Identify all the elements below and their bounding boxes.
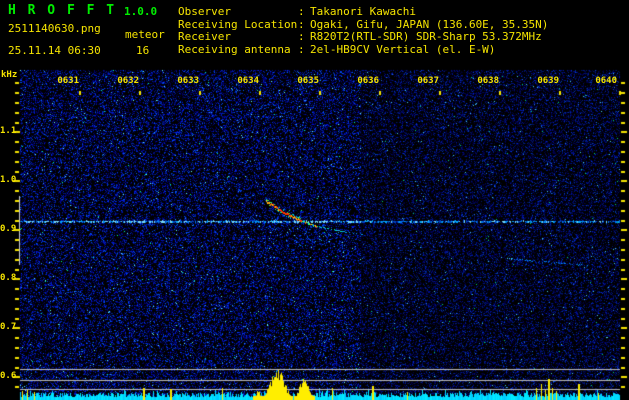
freq-tick-label: 0.6: [0, 371, 17, 381]
info-separator: :: [298, 30, 305, 43]
freq-tick-label: 1.1: [0, 126, 17, 136]
freq-tick-label: 0.8: [0, 273, 17, 283]
hrofft-screen: H R O F F T 1.0.0 2511140630.png meteor …: [0, 0, 629, 400]
info-value: R820T2(RTL-SDR) SDR-Sharp 53.372MHz: [310, 30, 542, 43]
echo-count: 16: [136, 44, 150, 57]
info-row-receiver: Receiver: R820T2(RTL-SDR) SDR-Sharp 53.37…: [178, 31, 548, 44]
time-tick-label: 0631: [57, 76, 79, 86]
app-version: 1.0.0: [124, 5, 158, 18]
time-tick-label: 0634: [237, 76, 259, 86]
mode-label: meteor: [125, 28, 165, 41]
info-value: 2el-HB9CV Vertical (el. E-W): [310, 42, 496, 56]
freq-tick-label: 1.0: [0, 175, 17, 185]
time-tick-label: 0632: [117, 76, 139, 86]
info-row-antenna: Receiving antenna:2el-HB9CV Vertical (el…: [178, 42, 548, 57]
time-tick-label: 0633: [177, 76, 199, 86]
datetime-label: 25.11.14 06:30: [8, 44, 101, 57]
freq-tick-label: 0.9: [0, 224, 17, 234]
output-filename: 2511140630.png: [8, 22, 101, 35]
info-label: Observer: [178, 5, 231, 18]
time-tick-label: 0637: [417, 76, 439, 86]
info-label: Receiving antenna: [178, 42, 291, 56]
info-separator: :: [298, 5, 305, 18]
freq-tick-label: 0.7: [0, 322, 17, 332]
time-tick-label: 0640: [595, 76, 617, 86]
station-info: Observer: Takanori Kawachi Receiving Loca…: [178, 6, 548, 56]
time-tick-label: 0638: [477, 76, 499, 86]
app-title: H R O F F T: [8, 3, 117, 18]
info-label: Receiver: [178, 30, 231, 43]
info-separator: :: [298, 42, 305, 56]
time-tick-label: 0636: [357, 76, 379, 86]
freq-axis-unit: kHz: [1, 70, 18, 80]
time-tick-label: 0635: [297, 76, 319, 86]
info-value: Takanori Kawachi: [310, 5, 416, 18]
spectrogram-canvas: [0, 0, 629, 400]
info-row-observer: Observer: Takanori Kawachi: [178, 6, 548, 19]
time-tick-label: 0639: [537, 76, 559, 86]
